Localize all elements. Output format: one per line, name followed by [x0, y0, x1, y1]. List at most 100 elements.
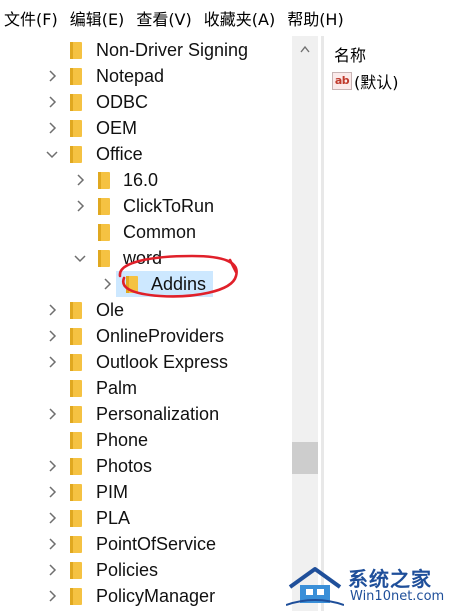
pane-splitter[interactable]	[321, 36, 324, 611]
tree-item-label: PIM	[96, 482, 129, 502]
tree-item[interactable]: Outlook Express	[0, 349, 300, 375]
chevron-right-icon[interactable]	[46, 460, 58, 472]
folder-icon	[70, 458, 82, 475]
tree-item-label: Non-Driver Signing	[96, 40, 249, 60]
tree-item-label: Common	[123, 222, 197, 242]
watermark-url: Win10net.com	[350, 589, 445, 604]
folder-icon	[126, 276, 138, 293]
tree-item-label: Photos	[96, 456, 153, 476]
tree-item-label: PLA	[96, 508, 131, 528]
tree-item[interactable]: PLA	[0, 505, 300, 531]
chevron-right-icon[interactable]	[46, 122, 58, 134]
tree-item-label: PointOfService	[96, 534, 217, 554]
tree-item[interactable]: word	[0, 245, 300, 271]
menu-view[interactable]: 查看(V)	[132, 6, 197, 30]
registry-key-tree[interactable]: Non-Driver Signing Notepad ODBC OEM Office 16…	[0, 36, 318, 611]
tree-item[interactable]: Addins	[0, 271, 300, 297]
scroll-thumb[interactable]	[292, 442, 318, 474]
folder-icon	[70, 380, 82, 397]
chevron-right-icon[interactable]	[46, 538, 58, 550]
tree-item[interactable]: 16.0	[0, 167, 300, 193]
folder-icon	[70, 42, 82, 59]
tree-item[interactable]: PIM	[0, 479, 300, 505]
folder-icon	[98, 172, 110, 189]
tree-item-label: word	[123, 248, 163, 268]
folder-icon	[70, 510, 82, 527]
folder-icon	[70, 302, 82, 319]
chevron-right-icon[interactable]	[46, 330, 58, 342]
tree-item[interactable]: OEM	[0, 115, 300, 141]
tree-item-label: Notepad	[96, 66, 165, 86]
values-pane: 名称 ab (默认)	[326, 36, 453, 611]
folder-icon	[70, 146, 82, 163]
tree-item[interactable]: OnlineProviders	[0, 323, 300, 349]
menu-favorites[interactable]: 收藏夹(A)	[200, 6, 281, 30]
tree-item[interactable]: Policies	[0, 557, 300, 583]
string-value-icon: ab	[332, 72, 352, 90]
chevron-right-icon[interactable]	[46, 96, 58, 108]
tree-item[interactable]: ClickToRun	[0, 193, 300, 219]
chevron-right-icon[interactable]	[74, 200, 86, 212]
folder-icon	[98, 250, 110, 267]
folder-icon	[70, 328, 82, 345]
tree-item-label: Outlook Express	[96, 352, 229, 372]
folder-icon	[70, 68, 82, 85]
tree-item[interactable]: Personalization	[0, 401, 300, 427]
scroll-up-arrow-icon[interactable]	[292, 36, 318, 62]
chevron-right-icon[interactable]	[46, 70, 58, 82]
tree-item-label: Policies	[96, 560, 159, 580]
tree-item-label: Office	[96, 144, 143, 164]
folder-icon	[70, 354, 82, 371]
watermark-title: 系统之家	[348, 567, 432, 591]
folder-icon	[98, 198, 110, 215]
menu-bar: 文件(F) 编辑(E) 查看(V) 收藏夹(A) 帮助(H)	[0, 0, 453, 36]
tree-item[interactable]: Office	[0, 141, 300, 167]
folder-icon	[70, 120, 82, 137]
folder-icon	[70, 432, 82, 449]
tree-item-label: Personalization	[96, 404, 220, 424]
tree-item-label: PolicyManager	[96, 586, 216, 606]
chevron-down-icon[interactable]	[46, 148, 58, 160]
folder-icon	[70, 484, 82, 501]
chevron-right-icon[interactable]	[46, 512, 58, 524]
folder-icon	[70, 536, 82, 553]
tree-item[interactable]: Ole	[0, 297, 300, 323]
tree-item-label: Phone	[96, 430, 149, 450]
tree-item-label: Palm	[96, 378, 138, 398]
chevron-right-icon[interactable]	[46, 564, 58, 576]
tree-item[interactable]: Notepad	[0, 63, 300, 89]
chevron-right-icon[interactable]	[46, 356, 58, 368]
column-header-name[interactable]: 名称	[334, 42, 366, 66]
folder-icon	[70, 94, 82, 111]
chevron-right-icon[interactable]	[74, 174, 86, 186]
menu-help[interactable]: 帮助(H)	[283, 6, 350, 30]
tree-item-label: OnlineProviders	[96, 326, 225, 346]
tree-item[interactable]: Phone	[0, 427, 300, 453]
folder-icon	[70, 562, 82, 579]
tree-item-label: ODBC	[96, 92, 149, 112]
chevron-right-icon[interactable]	[46, 408, 58, 420]
tree-item[interactable]: Palm	[0, 375, 300, 401]
value-name: (默认)	[354, 73, 399, 92]
tree-item[interactable]: ODBC	[0, 89, 300, 115]
tree-item[interactable]: PolicyManager	[0, 583, 300, 609]
tree-item[interactable]: Common	[0, 219, 300, 245]
chevron-down-icon[interactable]	[74, 252, 86, 264]
chevron-right-icon[interactable]	[46, 590, 58, 602]
tree-item[interactable]: Non-Driver Signing	[0, 37, 300, 63]
menu-file[interactable]: 文件(F)	[0, 6, 64, 30]
tree-item[interactable]: Photos	[0, 453, 300, 479]
chevron-right-icon[interactable]	[46, 486, 58, 498]
tree-scrollbar[interactable]	[292, 36, 318, 611]
chevron-right-icon[interactable]	[101, 278, 113, 290]
chevron-right-icon[interactable]	[46, 304, 58, 316]
tree-item-label: Addins	[151, 274, 207, 294]
tree-item-label: ClickToRun	[123, 196, 215, 216]
value-row[interactable]: ab (默认)	[332, 70, 399, 92]
house-logo-icon	[286, 567, 344, 606]
tree-item[interactable]: PointOfService	[0, 531, 300, 557]
watermark-logo: 系统之家 Win10net.com	[282, 561, 453, 611]
menu-edit[interactable]: 编辑(E)	[66, 6, 131, 30]
tree-item-label: OEM	[96, 118, 138, 138]
folder-icon	[70, 406, 82, 423]
